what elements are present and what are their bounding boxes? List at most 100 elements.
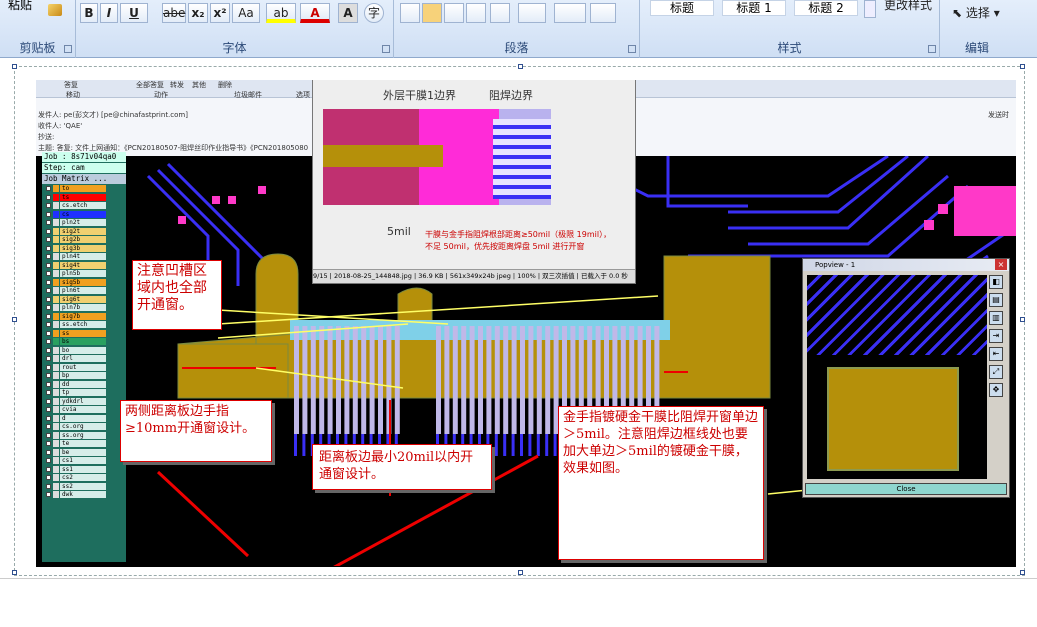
layer-row[interactable]: ss1	[44, 465, 126, 474]
format-painter-icon[interactable]	[48, 4, 62, 16]
layer-row[interactable]: be	[44, 448, 126, 457]
job-matrix-button[interactable]: Job Matrix ...	[42, 174, 126, 184]
align-left-icon[interactable]	[400, 3, 420, 23]
forward-button[interactable]: 转发	[170, 80, 184, 90]
layer-checkbox[interactable]	[46, 373, 51, 378]
style-heading-2[interactable]: 标题 2	[794, 0, 858, 16]
style-heading-1[interactable]: 标题 1	[722, 0, 786, 16]
reply-button[interactable]: 答复	[64, 80, 78, 90]
layer-checkbox[interactable]	[46, 458, 51, 463]
popview-close-button[interactable]: Close	[805, 483, 1007, 495]
layer-row[interactable]: dd	[44, 380, 126, 389]
layer-checkbox[interactable]	[46, 330, 51, 336]
layer-row[interactable]: cs.etch	[44, 202, 126, 210]
layer-checkbox[interactable]	[46, 305, 51, 310]
popview-tool-1-icon[interactable]: ◧	[989, 275, 1003, 289]
layer-checkbox[interactable]	[46, 237, 51, 242]
popview-tool-3-icon[interactable]: ▥	[989, 311, 1003, 325]
enclose-character-button[interactable]: 字	[364, 3, 384, 23]
layer-checkbox[interactable]	[46, 364, 51, 370]
shading-icon[interactable]	[554, 3, 586, 23]
layer-checkbox[interactable]	[46, 424, 51, 429]
other-button[interactable]: 其他	[192, 80, 206, 90]
italic-button[interactable]: I	[100, 3, 118, 23]
layer-row[interactable]: cvia	[44, 406, 126, 414]
layer-checkbox[interactable]	[46, 483, 51, 489]
document-area[interactable]: 答复 全部答复 转发 其他 删除 移动 动作 垃圾邮件 选项 发件人: pe(彭…	[0, 58, 1037, 627]
layer-row[interactable]: bo	[44, 346, 126, 355]
paragraph-launcher-icon[interactable]	[628, 45, 636, 53]
styles-launcher-icon[interactable]	[928, 45, 936, 53]
layer-checkbox[interactable]	[46, 288, 51, 293]
superscript-button[interactable]: x²	[210, 3, 230, 23]
highlight-button[interactable]: ab	[266, 3, 296, 23]
layer-checkbox[interactable]	[46, 398, 51, 404]
change-case-button[interactable]: Aa	[232, 3, 260, 23]
layer-checkbox[interactable]	[46, 279, 51, 285]
font-color-button[interactable]: A	[300, 3, 330, 23]
popview-tool-2-icon[interactable]: ▤	[989, 293, 1003, 307]
layer-row[interactable]: sig2t	[44, 227, 126, 236]
layer-checkbox[interactable]	[46, 186, 51, 191]
layer-row[interactable]: sig5b	[44, 278, 126, 287]
layer-row[interactable]: ss2	[44, 482, 126, 491]
layer-row[interactable]: sig4t	[44, 261, 126, 270]
subscript-button[interactable]: x₂	[188, 3, 208, 23]
resize-handle-r[interactable]	[1020, 317, 1025, 322]
resize-handle-br[interactable]	[1020, 570, 1025, 575]
layer-checkbox[interactable]	[46, 211, 51, 217]
style-heading[interactable]: 标题	[650, 0, 714, 16]
paste-button[interactable]: 粘贴	[8, 0, 32, 13]
popview-tool-5-icon[interactable]: ⇤	[989, 347, 1003, 361]
resize-handle-tl[interactable]	[12, 64, 17, 69]
align-right-icon[interactable]	[444, 3, 464, 23]
line-spacing-icon[interactable]	[518, 3, 546, 23]
layer-checkbox[interactable]	[46, 203, 51, 208]
layer-row[interactable]: cs	[44, 210, 126, 219]
layer-checkbox[interactable]	[46, 441, 51, 446]
layer-row[interactable]: bs	[44, 338, 126, 346]
layer-checkbox[interactable]	[46, 466, 51, 472]
layer-checkbox[interactable]	[46, 492, 51, 497]
layer-checkbox[interactable]	[46, 254, 51, 259]
popview-tool-4-icon[interactable]: ⇥	[989, 329, 1003, 343]
layer-checkbox[interactable]	[46, 228, 51, 234]
popview-window[interactable]: Popview - 1 × ◧ ▤ ▥ ⇥ ⇤ ⤢ ✥ Close	[802, 258, 1010, 498]
layer-row[interactable]: pln6t	[44, 287, 126, 295]
justify-icon[interactable]	[466, 3, 486, 23]
layer-checkbox[interactable]	[46, 220, 51, 225]
bold-button[interactable]: B	[80, 3, 98, 23]
styles-more-icon[interactable]	[864, 0, 876, 18]
layer-row[interactable]: drl	[44, 355, 126, 363]
layer-row[interactable]: sig2b	[44, 236, 126, 244]
layer-row[interactable]: te	[44, 440, 126, 448]
popview-zoom-fit-icon[interactable]: ⤢	[989, 365, 1003, 379]
layer-row[interactable]: pln4t	[44, 253, 126, 261]
layer-checkbox[interactable]	[46, 347, 51, 353]
layer-row[interactable]: ss.org	[44, 431, 126, 440]
layer-row[interactable]: ss.etch	[44, 321, 126, 329]
layer-row[interactable]: pln5b	[44, 270, 126, 278]
layer-row[interactable]: rout	[44, 363, 126, 372]
layer-checkbox[interactable]	[46, 296, 51, 302]
popview-pan-icon[interactable]: ✥	[989, 383, 1003, 397]
layer-checkbox[interactable]	[46, 356, 51, 361]
resize-handle-b[interactable]	[518, 570, 523, 575]
character-shading-button[interactable]: A	[338, 3, 358, 23]
layer-row[interactable]: to	[44, 185, 126, 193]
font-launcher-icon[interactable]	[382, 45, 390, 53]
layer-checkbox[interactable]	[46, 339, 51, 344]
layer-checkbox[interactable]	[46, 271, 51, 276]
layer-row[interactable]: cs.org	[44, 423, 126, 431]
layer-row[interactable]: ydkdrl	[44, 397, 126, 406]
layer-checkbox[interactable]	[46, 313, 51, 319]
layer-checkbox[interactable]	[46, 194, 51, 200]
layer-row[interactable]: ss	[44, 329, 126, 338]
underline-button[interactable]: U	[120, 3, 148, 23]
layer-checkbox[interactable]	[46, 390, 51, 395]
strikethrough-button[interactable]: abe	[162, 3, 186, 23]
layer-row[interactable]: ts	[44, 193, 126, 202]
clipboard-launcher-icon[interactable]	[64, 45, 72, 53]
borders-icon[interactable]	[590, 3, 616, 23]
layer-row[interactable]: bp	[44, 372, 126, 380]
